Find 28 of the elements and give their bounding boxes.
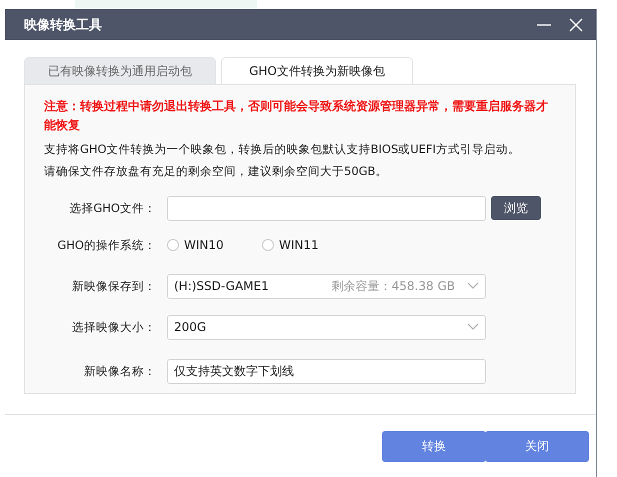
field-label: 新映像名称： (83, 364, 157, 378)
info-text: 支持将GHO文件转换为一个映象包，转换后的映象包默认支持BIOS或UEFI方式引导启动。 (44, 141, 521, 157)
name-input-field[interactable]: 仅支持英文数字下划线 (167, 358, 486, 384)
dropdown[interactable]: 200G (167, 314, 486, 340)
action-button[interactable]: 转换 (382, 431, 486, 462)
warning-text: 注意：转换过程中请勿退出转换工具，否则可能会导致系统资源管理器异常，需要重启服务器才能恢复 (44, 98, 549, 134)
dropdown-value: 200G (174, 320, 208, 334)
field-label: GHO的操作系统： (56, 238, 157, 252)
dropdown-value: (H:)SSD-GAME1 (174, 279, 270, 293)
free-space-text: 剩余容量：458.38 GB (332, 278, 455, 294)
file-path-field[interactable] (167, 196, 486, 220)
chevron-down-icon (467, 323, 479, 331)
radio-option[interactable]: WIN11 (262, 238, 357, 252)
field-label: 选择GHO文件： (68, 200, 157, 216)
window-title: 映像转换工具 (24, 16, 103, 34)
chevron-down-icon (467, 282, 479, 290)
info-text: 请确保文件存放盘有充足的剩余空间，建议剩余空间大于50GB。 (44, 163, 388, 179)
tab[interactable]: GHO文件转换为新映像包 (221, 57, 413, 84)
tab[interactable]: 已有映像转换为通用启动包 (24, 57, 216, 84)
radio-icon[interactable] (167, 239, 179, 251)
action-button[interactable]: 关闭 (485, 431, 589, 462)
field-label: 新映像保存到： (71, 278, 157, 294)
dropdown[interactable]: (H:)SSD-GAME1 剩余容量：458.38 GB (167, 274, 486, 298)
field-label: 选择映像大小： (71, 320, 157, 334)
radio-icon[interactable] (262, 239, 274, 251)
browse-button[interactable]: 浏览 (491, 196, 541, 220)
radio-option[interactable]: WIN10 (167, 238, 262, 252)
close-icon[interactable] (568, 16, 584, 32)
